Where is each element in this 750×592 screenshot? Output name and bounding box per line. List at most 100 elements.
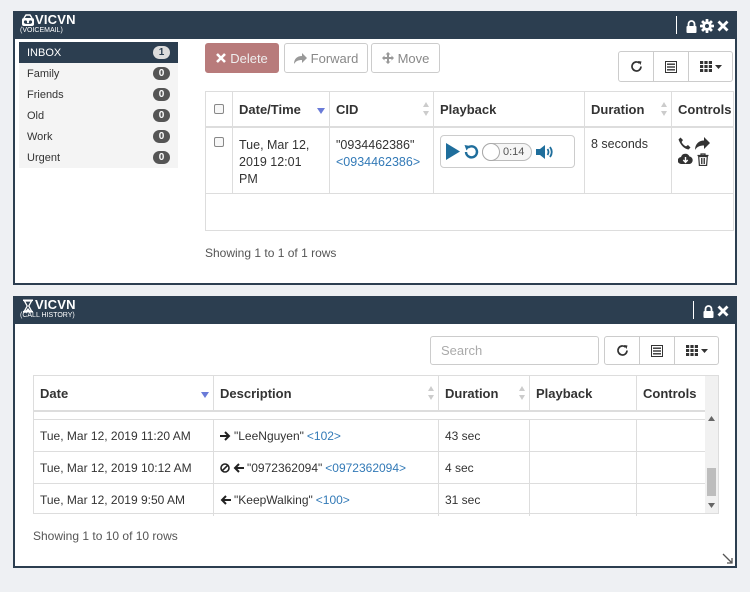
col-datetime[interactable]: Date/Time <box>233 92 330 126</box>
row-duration: 4 sec <box>439 452 530 483</box>
share-icon[interactable] <box>695 137 710 150</box>
caller-number[interactable]: <0934462386> <box>336 154 427 171</box>
grid-icon <box>685 345 698 356</box>
move-label: Move <box>397 50 430 66</box>
caller-number[interactable]: <100> <box>316 493 350 507</box>
lock-icon[interactable] <box>686 19 697 33</box>
folder-work[interactable]: Work 0 <box>19 126 178 147</box>
ban-icon <box>220 462 230 473</box>
caret-down-icon <box>714 64 722 69</box>
pagination-info: Showing 1 to 10 of 10 rows <box>33 529 178 543</box>
delete-label: Delete <box>230 50 268 66</box>
col-date-label: Date <box>40 385 69 401</box>
pagination-info: Showing 1 to 1 of 1 rows <box>205 246 337 260</box>
gear-icon[interactable] <box>700 19 714 33</box>
title-separator <box>693 301 694 319</box>
delete-button[interactable]: Delete <box>205 43 279 73</box>
row-date: Tue, Mar 12, 2019 9:50 AM <box>34 484 214 516</box>
col-description-label: Description <box>220 385 292 401</box>
count-badge: 0 <box>153 67 170 80</box>
table-header: Date/Time CID Playback Duration Controls <box>206 92 733 128</box>
voicemail-titlebar[interactable]: VICVN (VOICEMAIL) <box>15 11 735 39</box>
forward-button[interactable]: Forward <box>284 43 368 73</box>
widget-subtitle: (VOICEMAIL) <box>20 27 63 34</box>
row-playback <box>530 420 637 451</box>
row-checkbox[interactable] <box>214 137 224 147</box>
toggle-view-button[interactable] <box>639 336 675 365</box>
date-line: Tue, Mar 12, <box>239 138 310 152</box>
move-button[interactable]: Move <box>371 43 440 73</box>
col-description[interactable]: Description <box>214 376 439 410</box>
folder-list: INBOX 1 Family 0 Friends 0 Old 0 Work 0 … <box>19 42 178 168</box>
folder-urgent[interactable]: Urgent 0 <box>19 147 178 168</box>
count-badge: 0 <box>153 88 170 101</box>
folder-family[interactable]: Family 0 <box>19 63 178 84</box>
select-all-cell <box>206 92 233 126</box>
row-playback <box>530 452 637 483</box>
refresh-button[interactable] <box>604 336 640 365</box>
date-line: PM <box>239 172 258 186</box>
col-controls-label: Controls <box>678 101 732 117</box>
count-badge: 0 <box>153 130 170 143</box>
arrow-left-icon <box>220 495 231 505</box>
col-cid-label: CID <box>336 101 359 117</box>
scroll-up-icon[interactable] <box>708 416 715 421</box>
col-date[interactable]: Date <box>34 376 214 410</box>
sort-desc-icon <box>201 392 209 398</box>
toggle-view-button[interactable] <box>653 51 689 82</box>
search-input[interactable] <box>430 336 599 365</box>
caller-number[interactable]: <0972362094> <box>325 461 406 475</box>
close-icon[interactable] <box>717 305 729 317</box>
scroll-down-icon[interactable] <box>708 503 715 508</box>
arrow-left-icon <box>233 462 244 473</box>
folder-friends[interactable]: Friends 0 <box>19 84 178 105</box>
volume-icon[interactable] <box>535 144 555 160</box>
table-row[interactable]: Tue, Mar 12, 2019 11:20 AM "LeeNguyen" <… <box>34 420 706 452</box>
col-playback: Playback <box>530 376 637 410</box>
table-row[interactable]: Tue, Mar 12, 2019 12:01 PM "0934462386" … <box>206 128 733 194</box>
col-playback-label: Playback <box>536 385 593 401</box>
voicemail-widget: VICVN (VOICEMAIL) INBOX 1 Family 0 Frien… <box>13 11 737 285</box>
download-icon[interactable] <box>678 153 693 165</box>
play-icon[interactable] <box>445 143 460 160</box>
vertical-scrollbar[interactable] <box>705 376 718 513</box>
grid-icon <box>699 61 712 72</box>
table-row[interactable]: Tue, Mar 12, 2019 10:12 AM "0972362094" … <box>34 452 706 484</box>
voicemail-table: Date/Time CID Playback Duration Controls <box>205 91 734 231</box>
lock-icon[interactable] <box>703 304 714 318</box>
folder-label: Friends <box>27 88 64 101</box>
seek-handle[interactable] <box>482 142 500 161</box>
trash-icon[interactable] <box>697 153 709 166</box>
row-description: "KeepWalking" <100> <box>214 484 439 516</box>
col-datetime-label: Date/Time <box>239 101 301 117</box>
row-duration: 43 sec <box>439 420 530 451</box>
resize-handle-icon[interactable] <box>722 553 733 564</box>
table-header: Date Description Duration Playback Contr… <box>34 376 706 412</box>
columns-dropdown[interactable] <box>674 336 719 365</box>
sort-icon <box>519 386 525 400</box>
close-icon[interactable] <box>717 20 729 32</box>
scrollbar-thumb[interactable] <box>707 468 716 496</box>
col-duration[interactable]: Duration <box>439 376 530 410</box>
folder-inbox[interactable]: INBOX 1 <box>19 42 178 63</box>
caller-name: "KeepWalking" <box>234 493 313 507</box>
caller-number[interactable]: <102> <box>307 429 341 443</box>
folder-old[interactable]: Old 0 <box>19 105 178 126</box>
col-cid[interactable]: CID <box>330 92 434 126</box>
col-duration[interactable]: Duration <box>585 92 672 126</box>
call-history-widget: VICVN (CALL HISTORY) Date <box>13 296 737 568</box>
col-controls: Controls <box>637 376 706 410</box>
table-row[interactable]: Tue, Mar 12, 2019 9:50 AM "KeepWalking" … <box>34 484 706 516</box>
columns-dropdown[interactable] <box>688 51 733 82</box>
phone-icon[interactable] <box>678 137 691 150</box>
seek-slider[interactable]: 0:14 <box>482 142 532 161</box>
caller-name: "0934462386" <box>336 138 415 152</box>
refresh-button[interactable] <box>618 51 654 82</box>
row-playback: 0:14 <box>434 128 585 193</box>
scrolled-row-edge <box>34 412 706 420</box>
row-controls <box>637 452 706 483</box>
folder-label: Family <box>27 67 60 80</box>
replay-icon[interactable] <box>463 144 479 160</box>
select-all-checkbox[interactable] <box>214 104 224 114</box>
call-history-titlebar[interactable]: VICVN (CALL HISTORY) <box>15 296 735 324</box>
